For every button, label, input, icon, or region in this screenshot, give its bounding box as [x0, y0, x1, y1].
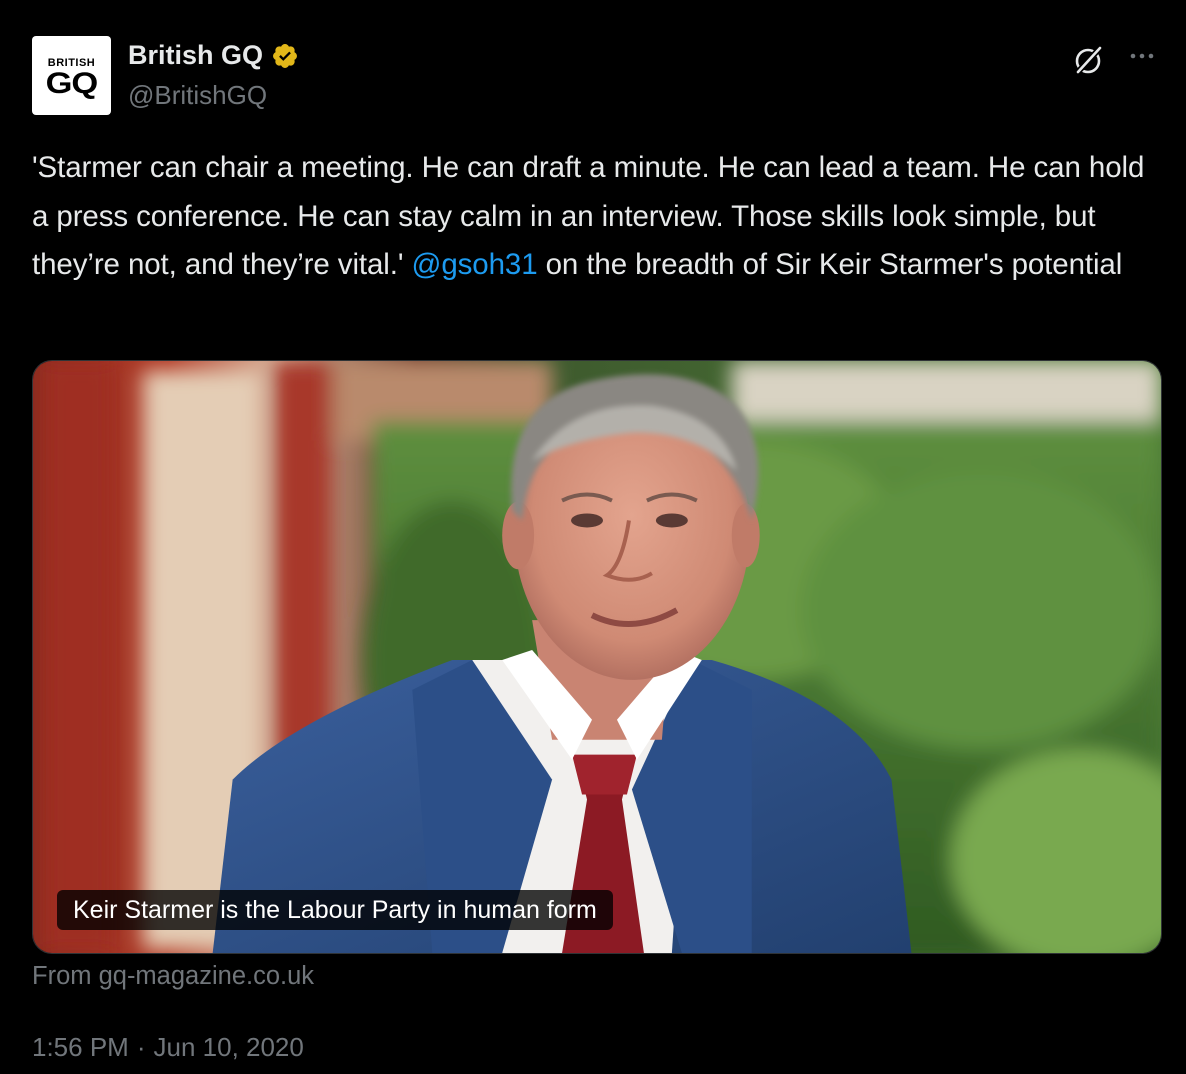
tweet-time[interactable]: 1:56 PM — [32, 1032, 129, 1063]
card-caption: Keir Starmer is the Labour Party in huma… — [57, 890, 613, 930]
article-photo — [33, 361, 1161, 953]
mention-link[interactable]: @gsoh31 — [411, 248, 537, 281]
link-card[interactable]: Keir Starmer is the Labour Party in huma… — [32, 360, 1162, 954]
card-source-link[interactable]: From gq-magazine.co.uk — [32, 962, 314, 991]
verified-badge-icon[interactable] — [271, 42, 299, 70]
author-display-name[interactable]: British GQ — [128, 40, 263, 71]
grok-icon[interactable] — [1070, 42, 1106, 78]
author-handle[interactable]: @BritishGQ — [128, 80, 267, 111]
author-name-row: British GQ — [128, 40, 299, 71]
more-options-icon[interactable] — [1124, 42, 1160, 72]
tweet-text: 'Starmer can chair a meeting. He can dra… — [32, 144, 1162, 290]
avatar[interactable]: BRITISH GQ — [32, 36, 111, 115]
tweet-text-tail: on the breadth of Sir Keir Starmer's pot… — [537, 248, 1123, 281]
tweet: BRITISH GQ British GQ @BritishGQ 'Starme… — [0, 0, 1186, 1074]
timestamp-separator: · — [136, 1032, 146, 1062]
timestamp[interactable]: 1:56 PM · Jun 10, 2020 — [32, 1032, 304, 1063]
avatar-logo: GQ — [45, 66, 99, 100]
tweet-date[interactable]: Jun 10, 2020 — [154, 1032, 304, 1063]
